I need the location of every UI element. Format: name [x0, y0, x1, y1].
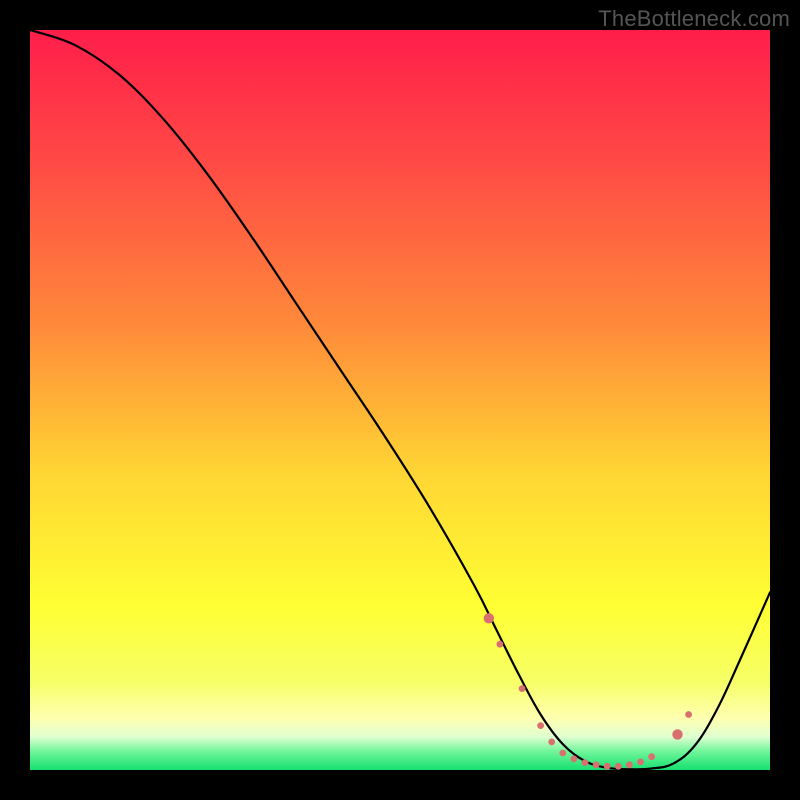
floor-dot	[593, 761, 600, 768]
floor-dot	[548, 738, 555, 745]
floor-dot	[484, 613, 494, 623]
floor-dot	[582, 759, 589, 766]
chart-svg	[30, 30, 770, 770]
floor-dot	[615, 763, 622, 770]
floor-dot	[604, 763, 611, 770]
chart-container: TheBottleneck.com	[0, 0, 800, 800]
floor-dot	[537, 722, 544, 729]
floor-dot	[571, 756, 578, 763]
floor-dot	[648, 753, 655, 760]
floor-dot	[519, 685, 526, 692]
gradient-background	[30, 30, 770, 770]
floor-dot	[559, 750, 566, 757]
watermark-text: TheBottleneck.com	[598, 6, 790, 32]
bottleneck-curve-plot	[30, 30, 770, 770]
floor-dot	[626, 761, 633, 768]
floor-dot	[637, 758, 644, 765]
floor-dot	[672, 729, 682, 739]
floor-dot	[497, 641, 504, 648]
floor-dot	[685, 711, 692, 718]
